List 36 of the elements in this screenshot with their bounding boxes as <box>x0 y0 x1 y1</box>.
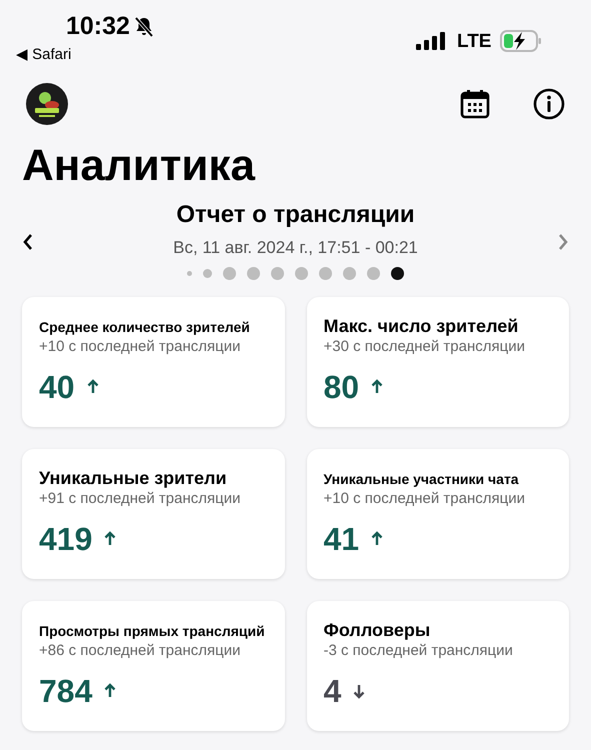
card-title: Среднее количество зрителей <box>39 318 251 337</box>
stat-value: 784 <box>39 673 92 709</box>
stat-value: 4 <box>324 673 342 709</box>
change-text: -3 с последней трансляции <box>324 641 514 661</box>
clock-time: 10:32 <box>66 14 130 39</box>
stat-value: 40 <box>39 369 75 405</box>
card-title: Просмотры прямых трансляций <box>39 622 266 641</box>
change-text: +10 с последней трансляции <box>39 337 242 357</box>
card-title: Уникальные зрители <box>39 467 228 489</box>
up-arrow-icon <box>104 682 116 700</box>
page-title: Аналитика <box>21 140 256 192</box>
up-arrow-icon <box>86 378 99 396</box>
signal-icon <box>416 32 448 50</box>
muted-bell-icon <box>134 16 154 38</box>
down-arrow-icon <box>353 682 366 700</box>
change-text: +30 с последней трансляции <box>324 337 526 357</box>
back-to-app-link[interactable]: ◀ Safari <box>16 47 72 62</box>
report-title: Отчет о трансляции <box>176 200 415 230</box>
battery-charging-icon <box>500 30 542 52</box>
stat-value: 80 <box>324 369 360 405</box>
change-text: +86 с последней трансляции <box>39 641 242 661</box>
channel-avatar-icon[interactable] <box>26 83 68 125</box>
stat-value: 419 <box>39 521 92 557</box>
card-title: Уникальные участники чата <box>324 470 520 489</box>
change-text: +10 с последней трансляции <box>324 489 526 509</box>
stat-value: 41 <box>324 521 360 557</box>
card-title: Фолловеры <box>324 619 432 641</box>
report-date: Вс, 11 авг. 2024 г., 17:51 - 00:21 <box>173 237 418 259</box>
up-arrow-icon <box>371 530 384 548</box>
up-arrow-icon <box>104 530 116 548</box>
info-icon[interactable] <box>533 88 565 120</box>
calendar-icon[interactable] <box>460 89 490 119</box>
card-title: Макс. число зрителей <box>324 315 520 337</box>
network-label: LTE <box>457 32 492 50</box>
change-text: +91 с последней трансляции <box>39 489 242 509</box>
up-arrow-icon <box>371 378 384 396</box>
